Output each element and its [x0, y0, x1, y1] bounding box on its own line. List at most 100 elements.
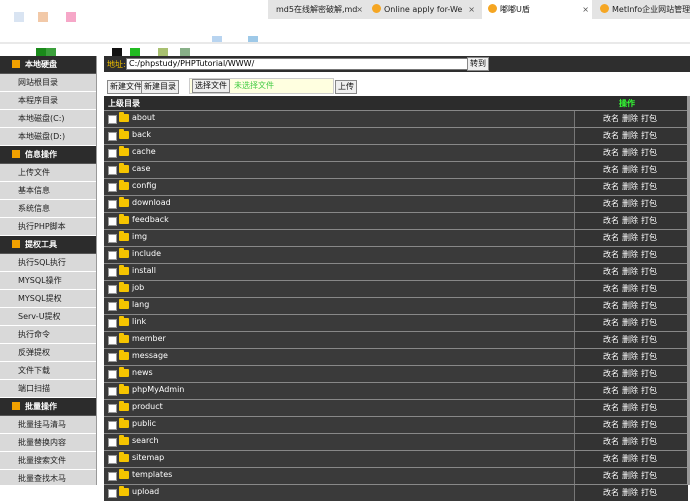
folder-name-link[interactable]: download [132, 198, 171, 207]
tab-metinfo[interactable]: MetInfo企业网站管理 [600, 0, 690, 19]
sidebar-item-reverse[interactable]: 反弹提权 [0, 344, 96, 362]
folder-name-link[interactable]: message [132, 351, 168, 360]
rename-link[interactable]: 改名 [603, 198, 619, 209]
pack-link[interactable]: 打包 [641, 266, 657, 277]
sidebar-item-web-root[interactable]: 网站根目录 [0, 74, 96, 92]
delete-link[interactable]: 删除 [622, 453, 638, 464]
select-checkbox[interactable] [108, 455, 117, 464]
select-checkbox[interactable] [108, 115, 117, 124]
select-checkbox[interactable] [108, 353, 117, 362]
select-checkbox[interactable] [108, 285, 117, 294]
pack-link[interactable]: 打包 [641, 334, 657, 345]
delete-link[interactable]: 删除 [622, 266, 638, 277]
sidebar-item-system-info[interactable]: 系统信息 [0, 200, 96, 218]
pack-link[interactable]: 打包 [641, 351, 657, 362]
pack-link[interactable]: 打包 [641, 402, 657, 413]
pack-link[interactable]: 打包 [641, 147, 657, 158]
choose-file-button[interactable]: 选择文件 [192, 79, 230, 93]
pack-link[interactable]: 打包 [641, 249, 657, 260]
folder-name-link[interactable]: back [132, 130, 151, 139]
folder-name-link[interactable]: job [132, 283, 144, 292]
select-checkbox[interactable] [108, 370, 117, 379]
rename-link[interactable]: 改名 [603, 147, 619, 158]
delete-link[interactable]: 删除 [622, 351, 638, 362]
pack-link[interactable]: 打包 [641, 198, 657, 209]
select-checkbox[interactable] [108, 421, 117, 430]
new-file-button[interactable]: 新建文件 [107, 80, 145, 94]
select-checkbox[interactable] [108, 183, 117, 192]
sidebar-item-basic-info[interactable]: 基本信息 [0, 182, 96, 200]
delete-link[interactable]: 删除 [622, 130, 638, 141]
go-button[interactable]: 转到 [467, 57, 489, 71]
folder-name-link[interactable]: search [132, 436, 159, 445]
delete-link[interactable]: 删除 [622, 164, 638, 175]
sidebar-item-batch-scan[interactable]: 批量查找木马 [0, 470, 96, 485]
rename-link[interactable]: 改名 [603, 249, 619, 260]
select-checkbox[interactable] [108, 319, 117, 328]
delete-link[interactable]: 删除 [622, 300, 638, 311]
sidebar-item-mysql-priv[interactable]: MYSQL提权 [0, 290, 96, 308]
delete-link[interactable]: 删除 [622, 487, 638, 498]
select-checkbox[interactable] [108, 217, 117, 226]
pack-link[interactable]: 打包 [641, 130, 657, 141]
sidebar-section-local-disk[interactable]: 本地硬盘 [0, 56, 96, 74]
select-checkbox[interactable] [108, 268, 117, 277]
select-checkbox[interactable] [108, 489, 117, 498]
sidebar-section-info[interactable]: 信息操作 [0, 146, 96, 164]
sidebar-item-download[interactable]: 文件下载 [0, 362, 96, 380]
folder-name-link[interactable]: link [132, 317, 146, 326]
sidebar-item-batch-trojan[interactable]: 批量挂马清马 [0, 416, 96, 434]
select-checkbox[interactable] [108, 132, 117, 141]
select-checkbox[interactable] [108, 251, 117, 260]
folder-name-link[interactable]: include [132, 249, 161, 258]
sidebar-item-batch-search[interactable]: 批量搜索文件 [0, 452, 96, 470]
select-checkbox[interactable] [108, 149, 117, 158]
rename-link[interactable]: 改名 [603, 130, 619, 141]
tab-md5[interactable]: md5在线解密破解,md × [272, 0, 366, 19]
pack-link[interactable]: 打包 [641, 317, 657, 328]
pack-link[interactable]: 打包 [641, 113, 657, 124]
rename-link[interactable]: 改名 [603, 232, 619, 243]
rename-link[interactable]: 改名 [603, 266, 619, 277]
upload-button[interactable]: 上传 [335, 80, 357, 94]
delete-link[interactable]: 删除 [622, 181, 638, 192]
rename-link[interactable]: 改名 [603, 436, 619, 447]
rename-link[interactable]: 改名 [603, 453, 619, 464]
delete-link[interactable]: 删除 [622, 232, 638, 243]
rename-link[interactable]: 改名 [603, 351, 619, 362]
pack-link[interactable]: 打包 [641, 300, 657, 311]
select-checkbox[interactable] [108, 234, 117, 243]
delete-link[interactable]: 删除 [622, 334, 638, 345]
pack-link[interactable]: 打包 [641, 215, 657, 226]
rename-link[interactable]: 改名 [603, 385, 619, 396]
sidebar-item-upload[interactable]: 上传文件 [0, 164, 96, 182]
parent-dir-link[interactable]: 上级目录 [108, 98, 140, 109]
tab-dudu[interactable]: 嘟嘟U盾 × [482, 0, 592, 19]
folder-name-link[interactable]: member [132, 334, 166, 343]
rename-link[interactable]: 改名 [603, 402, 619, 413]
sidebar-item-exec-cmd[interactable]: 执行命令 [0, 326, 96, 344]
folder-name-link[interactable]: install [132, 266, 156, 275]
delete-link[interactable]: 删除 [622, 198, 638, 209]
delete-link[interactable]: 删除 [622, 419, 638, 430]
sidebar-section-batch[interactable]: 批量操作 [0, 398, 96, 416]
sidebar-item-drive-d[interactable]: 本地磁盘(D:) [0, 128, 96, 146]
delete-link[interactable]: 删除 [622, 249, 638, 260]
delete-link[interactable]: 删除 [622, 436, 638, 447]
delete-link[interactable]: 删除 [622, 470, 638, 481]
sidebar-item-servu-priv[interactable]: Serv-U提权 [0, 308, 96, 326]
folder-name-link[interactable]: case [132, 164, 150, 173]
rename-link[interactable]: 改名 [603, 487, 619, 498]
path-input[interactable]: C:/phpstudy/PHPTutorial/WWW/ [126, 58, 470, 70]
sidebar-section-privilege[interactable]: 提权工具 [0, 236, 96, 254]
delete-link[interactable]: 删除 [622, 147, 638, 158]
rename-link[interactable]: 改名 [603, 283, 619, 294]
tab-online-apply[interactable]: Online apply for-We × [372, 0, 478, 19]
rename-link[interactable]: 改名 [603, 470, 619, 481]
sidebar-item-port-scan[interactable]: 端口扫描 [0, 380, 96, 398]
rename-link[interactable]: 改名 [603, 317, 619, 328]
rename-link[interactable]: 改名 [603, 300, 619, 311]
sidebar-item-sql-exec[interactable]: 执行SQL执行 [0, 254, 96, 272]
select-checkbox[interactable] [108, 404, 117, 413]
rename-link[interactable]: 改名 [603, 113, 619, 124]
